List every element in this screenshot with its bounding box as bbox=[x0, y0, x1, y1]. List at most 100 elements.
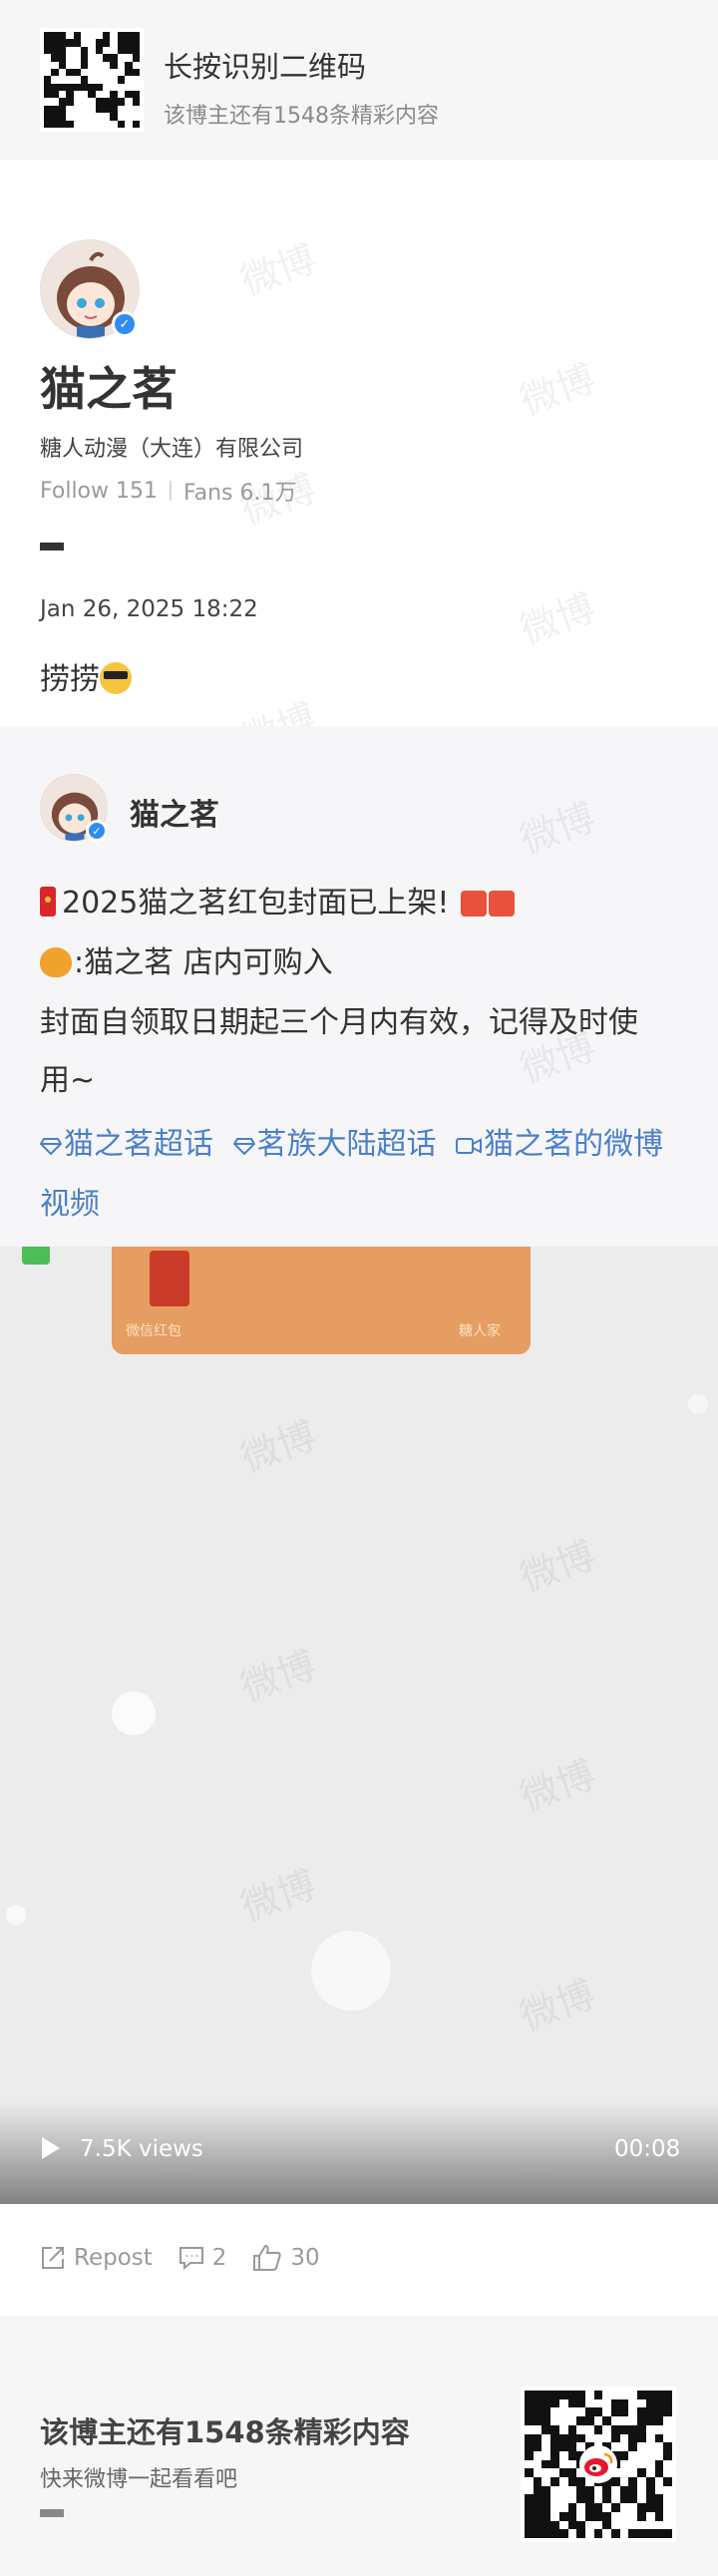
qr-module bbox=[559, 2521, 568, 2530]
qr-module bbox=[81, 69, 88, 76]
qr-module bbox=[95, 105, 104, 114]
comment-button[interactable]: 2 bbox=[179, 2245, 226, 2271]
qr-module bbox=[646, 2512, 655, 2521]
qr-module bbox=[619, 2407, 629, 2417]
qr-module bbox=[133, 62, 140, 69]
qr-module bbox=[533, 2511, 542, 2521]
qr-module bbox=[593, 2407, 603, 2417]
qr-module bbox=[576, 2407, 585, 2416]
qr-module bbox=[550, 2512, 559, 2521]
qr-module bbox=[655, 2425, 664, 2434]
like-count: 30 bbox=[290, 2245, 320, 2271]
qr-module bbox=[88, 54, 95, 61]
qr-module bbox=[611, 2416, 620, 2425]
qr-module bbox=[74, 106, 81, 113]
qr-module bbox=[125, 39, 133, 47]
qr-module bbox=[117, 76, 126, 84]
qr-module bbox=[559, 2503, 568, 2512]
qr-module bbox=[568, 2407, 577, 2416]
qr-module bbox=[132, 120, 140, 128]
qr-module bbox=[525, 2529, 534, 2538]
qr-module bbox=[58, 105, 67, 114]
qr-module bbox=[51, 39, 59, 47]
qr-module bbox=[628, 2399, 637, 2408]
qr-module bbox=[558, 2468, 568, 2478]
qr-module bbox=[118, 62, 125, 69]
video-player[interactable]: 微信红包 糖人家 微博 微博 微博 微博 微博 微博 7.5K views 00… bbox=[0, 1247, 718, 2204]
qr-module bbox=[74, 98, 81, 105]
qr-module bbox=[118, 91, 125, 98]
qr-module bbox=[66, 98, 74, 106]
qr-module bbox=[132, 54, 140, 62]
thumbs-up-icon bbox=[253, 2244, 282, 2271]
qr-module bbox=[567, 2468, 577, 2478]
qr-module bbox=[133, 84, 140, 91]
qr-module bbox=[44, 69, 51, 76]
qr-module bbox=[66, 68, 74, 77]
qr-module bbox=[602, 2503, 611, 2512]
qr-module bbox=[567, 2433, 577, 2443]
qr-module bbox=[654, 2459, 664, 2469]
qr-module bbox=[117, 120, 126, 128]
qr-module bbox=[611, 2503, 620, 2512]
qr-module bbox=[602, 2494, 612, 2504]
qr-module bbox=[59, 76, 66, 83]
repost-line-4: 用~ bbox=[40, 1063, 96, 1098]
qr-module bbox=[88, 121, 95, 128]
topic-link-super-topic[interactable]: 猫之茗超话 bbox=[40, 1127, 223, 1162]
qr-module bbox=[663, 2425, 672, 2434]
bottom-subtitle: 快来微博一起看看吧 bbox=[40, 2467, 238, 2492]
qr-module bbox=[525, 2511, 534, 2521]
play-icon[interactable] bbox=[42, 2137, 60, 2159]
follow-count[interactable]: Follow 151 bbox=[40, 479, 158, 504]
qr-module bbox=[125, 76, 132, 83]
qr-module bbox=[103, 76, 110, 83]
qr-module bbox=[117, 46, 126, 55]
qr-module bbox=[534, 2468, 542, 2477]
qr-module bbox=[132, 32, 140, 40]
qr-module bbox=[125, 106, 132, 113]
repost-button[interactable]: Repost bbox=[40, 2245, 153, 2271]
qr-module bbox=[103, 69, 110, 76]
qr-module bbox=[533, 2494, 542, 2504]
qr-module bbox=[58, 120, 67, 128]
qr-module bbox=[663, 2391, 672, 2399]
qr-module bbox=[66, 113, 73, 120]
qr-module bbox=[96, 32, 103, 39]
qr-module bbox=[525, 2391, 534, 2399]
qr-module bbox=[110, 121, 117, 128]
repost-author-name[interactable]: 猫之茗 bbox=[130, 790, 219, 834]
qr-module bbox=[533, 2416, 542, 2425]
profile-name[interactable]: 猫之茗 bbox=[40, 353, 178, 419]
qr-module bbox=[594, 2416, 603, 2425]
qr-module bbox=[58, 32, 67, 40]
qr-module bbox=[74, 76, 81, 83]
qr-module bbox=[559, 2416, 568, 2425]
qr-module bbox=[628, 2424, 638, 2434]
video-views: 7.5K views bbox=[80, 2136, 203, 2162]
qr-module bbox=[620, 2521, 629, 2530]
qr-module bbox=[654, 2391, 664, 2399]
qr-module bbox=[559, 2477, 568, 2486]
divider-dash bbox=[40, 543, 64, 551]
fans-count[interactable]: Fans 6.1万 bbox=[183, 475, 297, 507]
qr-code-small[interactable] bbox=[40, 28, 144, 132]
qr-module bbox=[602, 2529, 611, 2538]
qr-module bbox=[44, 91, 52, 99]
qr-module bbox=[80, 54, 89, 62]
topic-link-super-topic-2[interactable]: 茗族大陆超话 bbox=[232, 1127, 447, 1162]
qr-module bbox=[645, 2477, 655, 2486]
qr-module bbox=[541, 2434, 550, 2443]
qr-module bbox=[646, 2451, 655, 2460]
qr-module bbox=[576, 2433, 585, 2443]
profile-company: 糖人动漫（大连）有限公司 bbox=[40, 437, 304, 462]
qr-module bbox=[611, 2398, 620, 2408]
watermark: 微博 bbox=[514, 585, 601, 653]
qr-module bbox=[51, 105, 59, 114]
qr-module bbox=[125, 84, 132, 91]
qr-module bbox=[51, 68, 59, 77]
qr-module bbox=[558, 2442, 568, 2451]
qr-module bbox=[602, 2434, 611, 2443]
like-button[interactable]: 30 bbox=[252, 2244, 320, 2272]
qr-module bbox=[103, 98, 111, 106]
